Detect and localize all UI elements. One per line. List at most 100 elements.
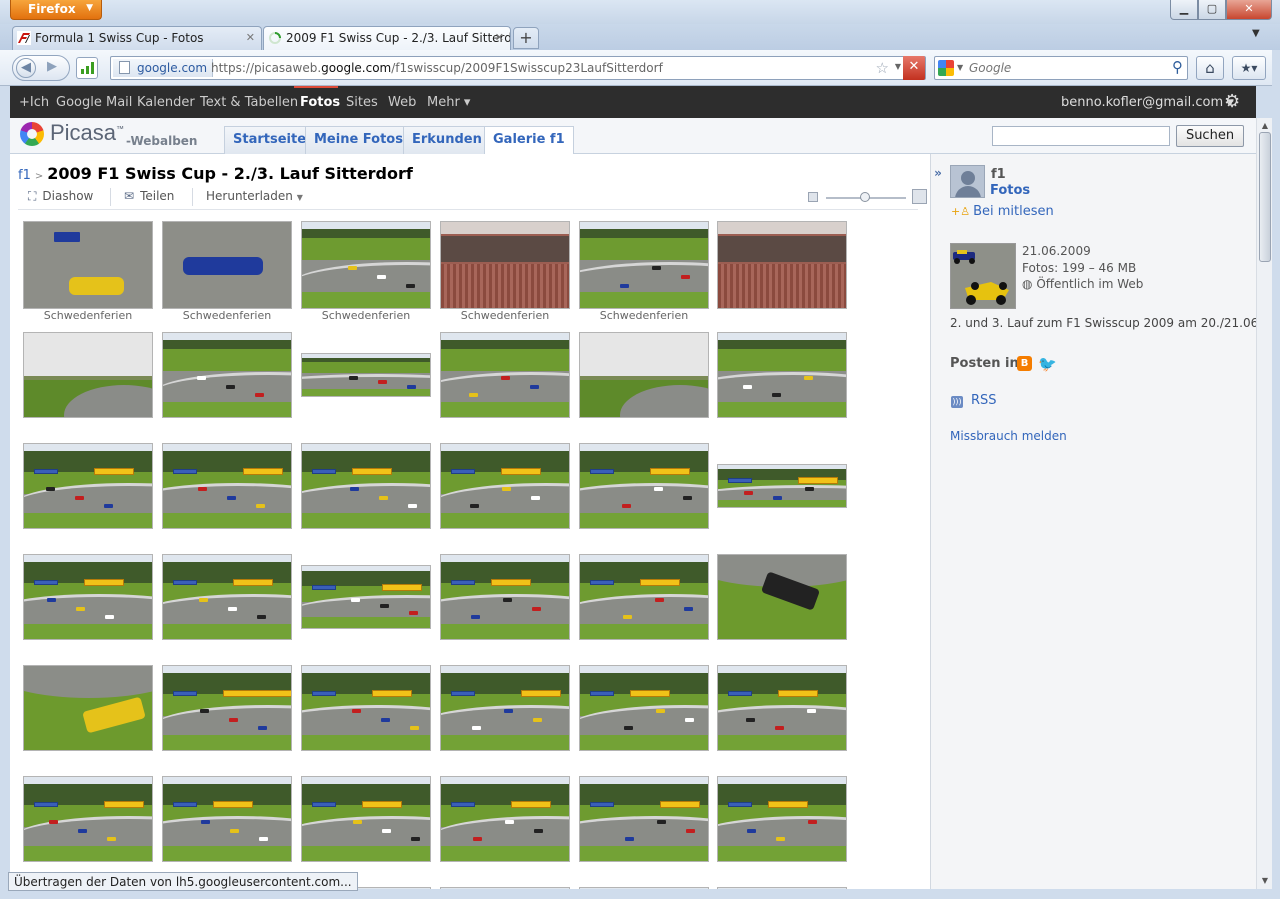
picasa-logo-icon[interactable] <box>20 122 44 146</box>
album-visibility: ◍ Öffentlich im Web <box>1022 277 1144 291</box>
google-engine-icon[interactable] <box>938 60 954 76</box>
signal-bars-icon[interactable] <box>76 57 98 79</box>
avatar[interactable] <box>950 165 985 198</box>
photo-thumbnail[interactable] <box>440 665 570 751</box>
search-icon[interactable]: ⚲ <box>1172 58 1183 76</box>
photo-thumbnail[interactable] <box>440 332 570 418</box>
photo-thumbnail[interactable] <box>301 776 431 862</box>
tab-galerie-f1[interactable]: Galerie f1 <box>484 126 574 155</box>
photo-thumbnail[interactable] <box>162 221 292 309</box>
maximize-button[interactable]: ▢ <box>1198 0 1226 20</box>
list-all-tabs-icon[interactable]: ▼ <box>1252 28 1260 39</box>
photo-caption: Schwedenferien <box>321 309 411 322</box>
tab-startseite[interactable]: Startseite <box>224 126 316 154</box>
blogger-icon[interactable]: B <box>1017 356 1032 371</box>
photo-thumbnail[interactable] <box>579 221 709 309</box>
collapse-sidebar-icon[interactable]: » <box>931 166 945 184</box>
photo-thumbnail[interactable] <box>301 665 431 751</box>
scrollbar-thumb[interactable] <box>1259 132 1271 262</box>
back-arrow-icon[interactable]: ◀ <box>16 58 36 78</box>
photo-thumbnail[interactable] <box>301 565 431 629</box>
gear-icon[interactable]: ⚙ <box>1224 91 1240 112</box>
search-bar[interactable]: ▼ ⚲ <box>934 56 1188 80</box>
photo-thumbnail[interactable] <box>23 554 153 640</box>
picasa-wordmark[interactable]: Picasa™ <box>50 120 124 146</box>
rss-link[interactable]: ))) RSS <box>951 393 997 408</box>
engine-dropdown-icon[interactable]: ▼ <box>957 63 963 72</box>
minimize-button[interactable]: ▁ <box>1170 0 1198 20</box>
new-tab-button[interactable]: + <box>513 27 539 49</box>
photo-thumbnail[interactable] <box>440 443 570 529</box>
photo-thumbnail[interactable] <box>162 554 292 640</box>
gbar-item-docs[interactable]: Text & Tabellen <box>200 95 298 110</box>
site-identity-button[interactable]: google.com <box>113 59 214 77</box>
photo-thumbnail[interactable] <box>23 776 153 862</box>
tab-erkunden[interactable]: Erkunden <box>403 126 491 154</box>
search-input[interactable] <box>969 59 1159 77</box>
report-abuse-link[interactable]: Missbrauch melden <box>950 429 1067 443</box>
photo-thumbnail[interactable] <box>717 776 847 862</box>
tab-close-icon[interactable]: ✕ <box>495 31 504 44</box>
photo-thumbnail[interactable] <box>440 221 570 309</box>
photo-thumbnail[interactable] <box>579 776 709 862</box>
browser-tab-album[interactable]: 2009 F1 Swiss Cup - 2./3. Lauf Sitterd..… <box>263 26 511 50</box>
photo-thumbnail[interactable] <box>23 332 153 418</box>
photo-thumbnail[interactable] <box>23 443 153 529</box>
browser-tab-f1-fotos[interactable]: Formula 1 Swiss Cup - Fotos ✕ <box>12 26 262 50</box>
tab-close-icon[interactable]: ✕ <box>246 31 255 44</box>
album-cover-image[interactable] <box>950 243 1016 309</box>
scroll-down-icon[interactable]: ▼ <box>1258 873 1272 889</box>
photo-thumbnail[interactable] <box>440 776 570 862</box>
owner-photos-link[interactable]: Fotos <box>990 183 1030 198</box>
bookmarks-icon: ★▾ <box>1240 61 1258 75</box>
photo-thumbnail[interactable] <box>579 443 709 529</box>
twitter-icon[interactable]: 🐦 <box>1038 355 1057 373</box>
photo-thumbnail[interactable] <box>162 665 292 751</box>
url-bar[interactable]: google.com https://picasaweb.google.com/… <box>110 56 926 80</box>
gbar-item-plus-ich[interactable]: +Ich <box>19 95 49 110</box>
forward-arrow-icon[interactable]: ▶ <box>47 59 57 74</box>
search-button[interactable]: Suchen <box>1176 125 1244 147</box>
gbar-item-calendar[interactable]: Kalender <box>137 95 195 110</box>
gbar-item-photos[interactable]: Fotos <box>300 95 340 110</box>
tab-title: 2009 F1 Swiss Cup - 2./3. Lauf Sitterd..… <box>286 31 511 45</box>
home-button[interactable]: ⌂ <box>1196 56 1224 80</box>
gbar-item-mail[interactable]: Google Mail <box>56 95 132 110</box>
photo-thumbnail[interactable] <box>162 443 292 529</box>
photo-thumbnail[interactable] <box>301 353 431 397</box>
gbar-item-web[interactable]: Web <box>388 95 416 110</box>
album-description: 2. und 3. Lauf zum F1 Swisscup 2009 am 2… <box>950 316 1263 330</box>
photo-thumbnail[interactable] <box>717 665 847 751</box>
site-identity-label: google.com <box>137 61 208 75</box>
photo-thumbnail[interactable] <box>162 332 292 418</box>
photo-thumbnail[interactable] <box>23 665 153 751</box>
photo-thumbnail[interactable] <box>162 776 292 862</box>
photo-thumbnail[interactable] <box>717 332 847 418</box>
follow-link[interactable]: +♙ Bei mitlesen <box>951 204 1054 219</box>
add-person-icon: +♙ <box>951 205 971 218</box>
bookmark-star-icon[interactable]: ☆ <box>876 59 889 77</box>
photo-thumbnail[interactable] <box>579 665 709 751</box>
photo-thumbnail[interactable] <box>301 221 431 309</box>
bookmarks-button[interactable]: ★▾ <box>1232 56 1266 80</box>
gbar-item-more[interactable]: Mehr ▾ <box>427 95 470 110</box>
photo-thumbnail[interactable] <box>579 554 709 640</box>
photo-thumbnail[interactable] <box>717 464 847 508</box>
url-text[interactable]: https://picasaweb.google.com/f1swisscup/… <box>211 61 663 75</box>
photo-thumbnail[interactable] <box>579 332 709 418</box>
photo-thumbnail[interactable] <box>717 221 847 309</box>
picasa-search-input[interactable] <box>992 126 1170 146</box>
account-menu[interactable]: benno.kofler@gmail.com ▾ <box>1061 95 1234 110</box>
close-window-button[interactable]: ✕ <box>1226 0 1272 20</box>
photo-thumbnail[interactable] <box>23 221 153 309</box>
firefox-menu-button[interactable]: Firefox ▼ <box>10 0 102 20</box>
tab-meine-fotos[interactable]: Meine Fotos <box>305 126 412 154</box>
vertical-scrollbar[interactable]: ▲ ▼ <box>1256 118 1272 889</box>
stop-loading-button[interactable]: ✕ <box>903 56 925 80</box>
gbar-item-sites[interactable]: Sites <box>346 95 378 110</box>
photo-thumbnail[interactable] <box>440 554 570 640</box>
photo-thumbnail[interactable] <box>717 554 847 640</box>
photo-caption: Schwedenferien <box>460 309 550 322</box>
url-history-dropdown-icon[interactable]: ▼ <box>895 62 901 71</box>
photo-thumbnail[interactable] <box>301 443 431 529</box>
